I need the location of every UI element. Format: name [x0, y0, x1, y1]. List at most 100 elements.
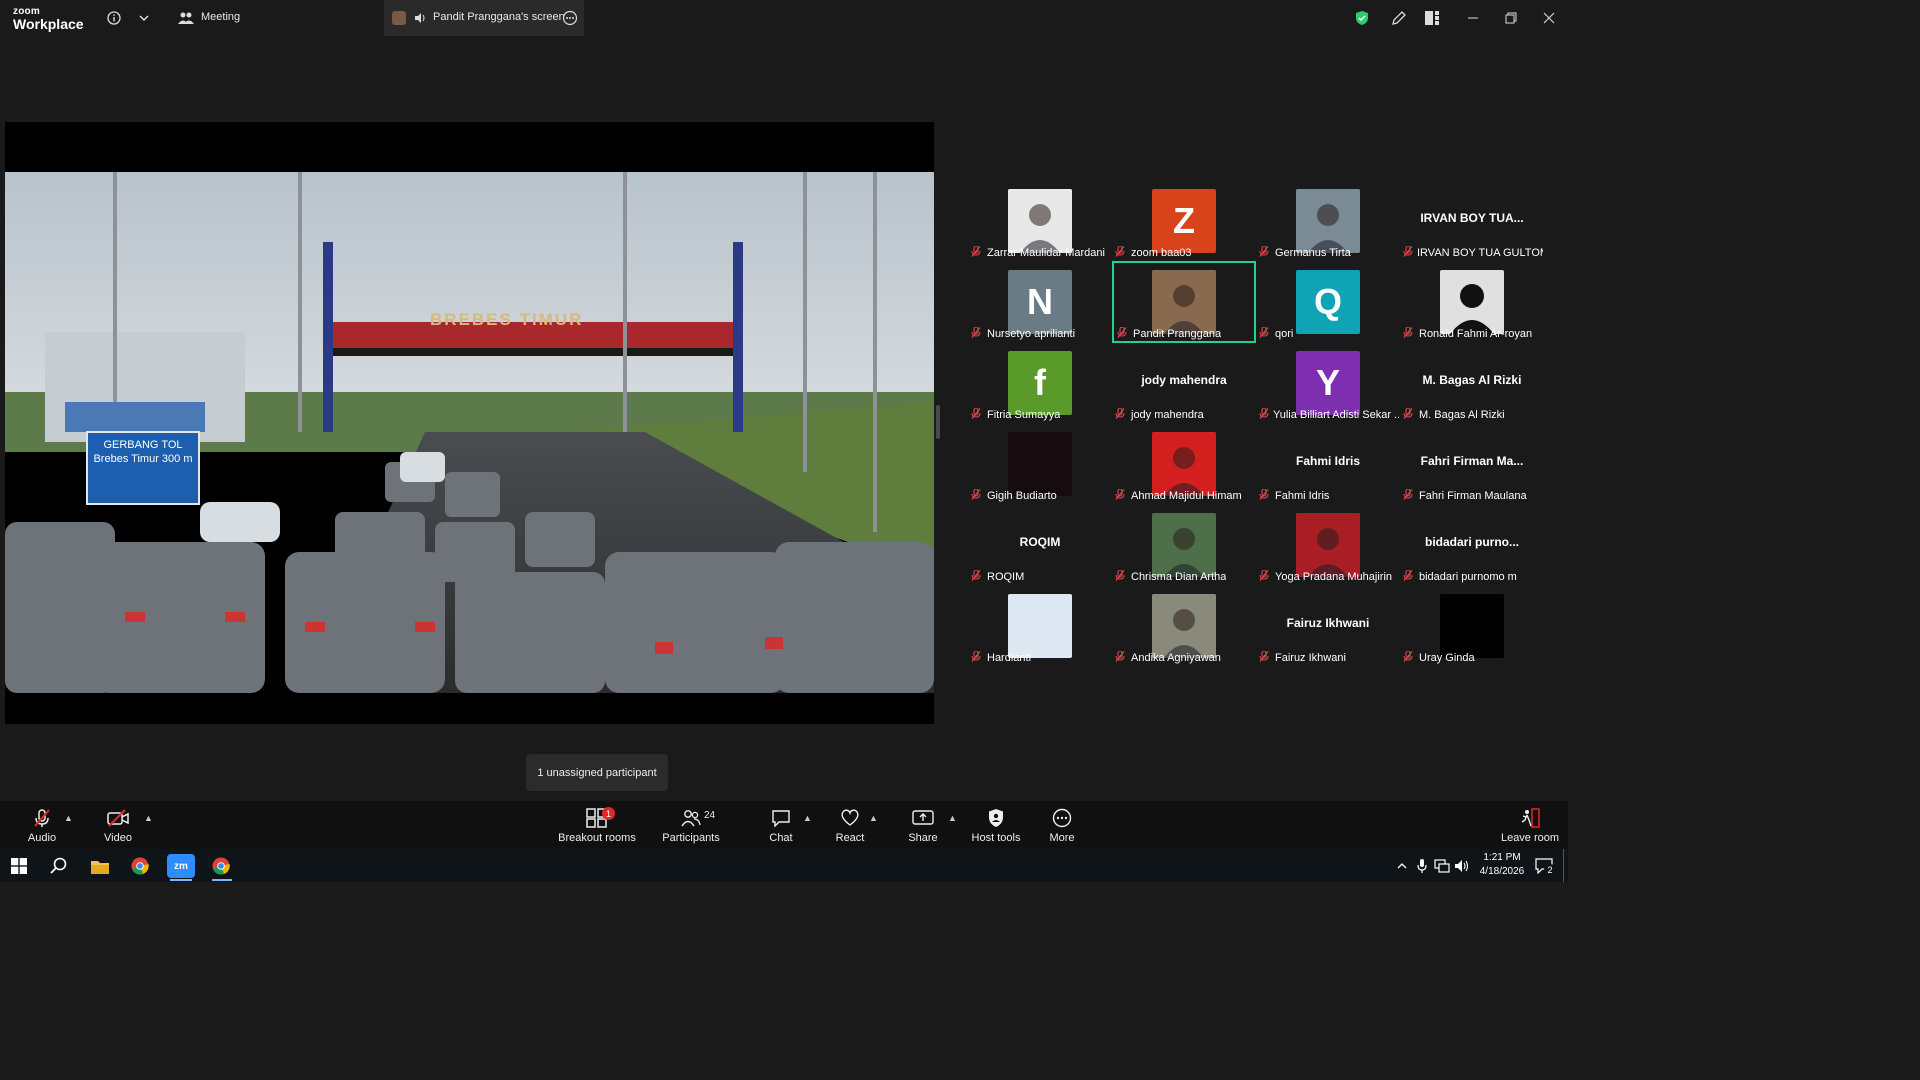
heart-react-icon	[840, 807, 860, 829]
participant-tile[interactable]: Chrisma Dian Artha	[1112, 512, 1256, 593]
tray-microphone-icon[interactable]	[1412, 854, 1432, 878]
audio-options-chevron-icon[interactable]: ▲	[64, 813, 73, 823]
view-layout-icon[interactable]	[1422, 8, 1442, 28]
screen-share-tab[interactable]: Pandit Pranggana's screen	[384, 0, 584, 36]
participant-tile[interactable]: IRVAN BOY TUA... IRVAN BOY TUA GULTOM	[1400, 188, 1544, 269]
participant-tile[interactable]: Yoga Pradana Muhajirin	[1256, 512, 1400, 593]
participant-tile[interactable]: Andika Agniyawan	[1112, 593, 1256, 674]
video-options-chevron-icon[interactable]: ▲	[144, 813, 153, 823]
participant-tile[interactable]: Ahmad Majidul Himam	[1112, 431, 1256, 512]
participant-tile[interactable]: Fahmi Idris Fahmi Idris	[1256, 431, 1400, 512]
gate-sign-text: GERBANG TOL Brebes Timur 300 m	[93, 439, 193, 465]
participant-tile[interactable]: jody mahendra jody mahendra	[1112, 350, 1256, 431]
chrome-active-indicator	[212, 879, 232, 881]
participant-display-name: IRVAN BOY TUA...	[1420, 211, 1524, 225]
microphone-muted-icon	[32, 807, 52, 829]
taskbar-time[interactable]: 1:21 PM	[1477, 852, 1527, 863]
file-explorer-icon[interactable]	[88, 854, 112, 878]
participant-name-label: M. Bagas Al Rizki	[1403, 407, 1505, 422]
participant-letter-avatar: f	[1008, 351, 1072, 415]
react-button[interactable]: React	[834, 807, 866, 847]
network-icon[interactable]	[1432, 854, 1452, 878]
participant-tile[interactable]: Zzoom baa03	[1112, 188, 1256, 269]
participant-tile[interactable]: Pandit Pranggana	[1112, 261, 1256, 343]
mic-muted-icon	[971, 569, 983, 584]
taskbar-date[interactable]: 4/18/2026	[1477, 866, 1527, 877]
chrome-window-icon[interactable]	[209, 854, 233, 878]
participant-tile[interactable]: Uray Ginda	[1400, 593, 1544, 674]
mic-muted-icon	[971, 650, 983, 665]
participant-display-name: Fahri Firman Ma...	[1420, 454, 1524, 468]
participant-name: Zarrar Maulidar Mardani	[987, 246, 1105, 259]
zoom-taskbar-icon[interactable]: zm	[167, 854, 195, 878]
participant-name: Nursetyo aprilianti	[987, 327, 1076, 340]
participant-tile[interactable]: Gigih Budiarto	[968, 431, 1112, 512]
participant-tile[interactable]: f Fitria Sumayya	[968, 350, 1112, 431]
participant-tile[interactable]: ROQIM ROQIM	[968, 512, 1112, 593]
participant-tile[interactable]: Y Yulia Billiart Adisti Sekar ...	[1256, 350, 1400, 431]
participant-name-label: Yulia Billiart Adisti Sekar ...	[1259, 407, 1399, 422]
participant-tile[interactable]: Ronald Fahmi Ar-royan	[1400, 269, 1544, 350]
react-options-chevron-icon[interactable]: ▲	[869, 813, 878, 823]
participant-letter-avatar: Y	[1296, 351, 1360, 415]
participant-tile[interactable]: Fairuz Ikhwani Fairuz Ikhwani	[1256, 593, 1400, 674]
shared-screen[interactable]: BREBES TIMUR GERBANG TOL Brebes Timur 30…	[5, 122, 934, 724]
chevron-down-icon[interactable]	[134, 8, 154, 28]
participant-name-label: Nursetyo aprilianti	[971, 326, 1075, 341]
video-button[interactable]: Video	[100, 807, 136, 847]
participant-tile[interactable]: Germanus Tirta	[1256, 188, 1400, 269]
participant-name: zoom baa03	[1131, 246, 1192, 259]
notification-count: 2	[1544, 864, 1556, 876]
show-desktop-button[interactable]	[1563, 849, 1564, 882]
participant-tile[interactable]: bidadari purno... bidadari purnomo m	[1400, 512, 1544, 593]
notification-icon[interactable]: 2	[1532, 854, 1556, 878]
breakout-rooms-button[interactable]: Breakout rooms 1	[558, 807, 636, 847]
windows-start-icon[interactable]	[7, 854, 31, 878]
participant-name: IRVAN BOY TUA GULTOM	[1417, 246, 1543, 259]
gallery-resize-handle[interactable]	[936, 405, 940, 439]
mic-muted-icon	[1259, 407, 1269, 422]
volume-icon[interactable]	[1452, 854, 1472, 878]
share-options-chevron-icon[interactable]: ▲	[948, 813, 957, 823]
search-icon[interactable]	[47, 854, 71, 878]
participant-tile[interactable]: Zarrar Maulidar Mardani	[968, 188, 1112, 269]
participant-tile[interactable]: Qqori	[1256, 269, 1400, 350]
chat-options-chevron-icon[interactable]: ▲	[803, 813, 812, 823]
participant-name-label: Chrisma Dian Artha	[1115, 569, 1226, 584]
participant-letter-avatar: Q	[1296, 270, 1360, 334]
chat-icon	[771, 807, 791, 829]
tray-chevron-up-icon[interactable]	[1392, 854, 1412, 878]
participant-video	[1440, 594, 1504, 658]
participant-tile[interactable]: Hardianti	[968, 593, 1112, 674]
mic-muted-icon	[1115, 488, 1127, 503]
meeting-main-area: BREBES TIMUR GERBANG TOL Brebes Timur 30…	[0, 36, 1568, 801]
participant-display-name: Fahmi Idris	[1295, 454, 1360, 468]
pen-icon[interactable]	[1389, 8, 1409, 28]
meeting-tab-label[interactable]: Meeting	[201, 11, 240, 23]
more-button[interactable]: More	[1046, 807, 1078, 847]
app-logo-bottom: Workplace	[13, 16, 84, 32]
participant-video	[1296, 189, 1360, 253]
participant-name: bidadari purnomo m	[1419, 570, 1517, 583]
host-tools-button[interactable]: Host tools	[970, 807, 1022, 847]
minimize-icon[interactable]	[1463, 8, 1483, 28]
participants-button[interactable]: Participants 24	[662, 807, 719, 847]
shield-icon[interactable]	[1352, 8, 1372, 28]
more-options-icon[interactable]	[562, 10, 578, 31]
participant-video	[1152, 513, 1216, 577]
restore-icon[interactable]	[1501, 8, 1521, 28]
participant-name-label: zoom baa03	[1115, 245, 1192, 260]
chat-button[interactable]: Chat	[766, 807, 796, 847]
screen-tab-label: Pandit Pranggana's screen	[433, 11, 565, 23]
participant-tile[interactable]: M. Bagas Al Rizki M. Bagas Al Rizki	[1400, 350, 1544, 431]
close-icon[interactable]	[1539, 8, 1559, 28]
info-icon[interactable]	[104, 8, 124, 28]
audio-button[interactable]: Audio	[22, 807, 62, 847]
meeting-icon	[176, 8, 196, 28]
chrome-icon[interactable]	[128, 854, 152, 878]
share-button[interactable]: Share	[907, 807, 939, 847]
participant-tile[interactable]: Fahri Firman Ma... Fahri Firman Maulana	[1400, 431, 1544, 512]
participant-name: Fitria Sumayya	[987, 408, 1061, 421]
leave-room-button[interactable]: Leave room	[1500, 807, 1560, 847]
participant-tile[interactable]: N Nursetyo aprilianti	[968, 269, 1112, 350]
